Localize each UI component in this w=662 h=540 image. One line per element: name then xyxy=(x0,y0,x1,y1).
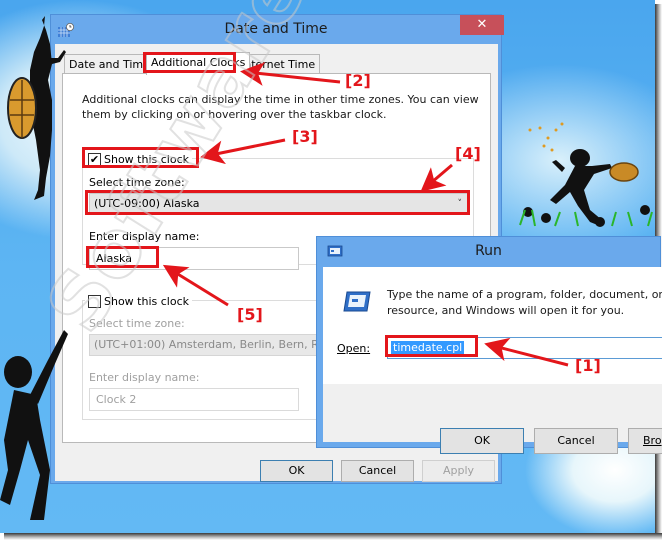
tab-label: Internet Time xyxy=(241,58,316,71)
tab-label: Date and Time xyxy=(69,58,150,71)
open-input-value: timedate.cpl xyxy=(391,341,465,355)
clock1-timezone-value: (UTC-09:00) Alaska xyxy=(94,197,200,210)
apply-button[interactable]: Apply xyxy=(422,460,495,482)
annotation-label-5: [5] xyxy=(237,305,263,324)
annotation-label-2: [2] xyxy=(345,71,371,90)
run-cancel-button[interactable]: Cancel xyxy=(534,428,618,454)
clock2-timezone-value: (UTC+01:00) Amsterdam, Berlin, Bern, Rom xyxy=(94,338,321,351)
open-label: Open: xyxy=(337,342,370,355)
clock2-display-name-label: Enter display name: xyxy=(89,371,200,384)
run-window: Run Type the name of a program, folder, … xyxy=(316,236,662,454)
run-ok-button[interactable]: OK xyxy=(440,428,524,454)
close-icon: ✕ xyxy=(476,17,488,32)
clock2-timezone-label: Select time zone: xyxy=(89,317,185,330)
run-program-icon xyxy=(343,291,371,312)
chevron-down-icon: ˅ xyxy=(457,199,463,209)
open-input[interactable]: timedate.cpl xyxy=(387,337,662,359)
clock1-display-name-label: Enter display name: xyxy=(89,230,200,243)
clock1-timezone-select[interactable]: (UTC-09:00) Alaska ˅ xyxy=(89,193,469,215)
run-browse-button[interactable]: Bro xyxy=(628,428,662,454)
clock2-display-name-input[interactable]: Clock 2 xyxy=(89,388,299,411)
clock2-show-checkbox[interactable]: Show this clock xyxy=(85,293,192,309)
intro-text: Additional clocks can display the time i… xyxy=(82,93,479,121)
close-button[interactable]: ✕ xyxy=(460,15,504,35)
cancel-button[interactable]: Cancel xyxy=(341,460,414,482)
clock2-timezone-select[interactable]: (UTC+01:00) Amsterdam, Berlin, Bern, Rom xyxy=(89,334,321,356)
ok-button[interactable]: OK xyxy=(260,460,333,482)
clock1-show-checkbox[interactable]: ✔ Show this clock xyxy=(85,151,192,167)
checkbox-unchecked-icon[interactable] xyxy=(88,294,101,308)
annotation-label-1: [1] xyxy=(575,356,601,375)
tab-additional-clocks[interactable]: Additional Clocks xyxy=(146,52,251,75)
annotation-label-3: [3] xyxy=(292,127,318,146)
clock2-display-name-value: Clock 2 xyxy=(96,393,137,406)
screenshot-shadow-bottom xyxy=(4,533,662,540)
clock1-display-name-input[interactable]: Alaska xyxy=(89,247,299,270)
run-window-title: Run xyxy=(475,243,502,259)
clock2-show-label: Show this clock xyxy=(104,294,189,308)
window-title: Date and Time xyxy=(224,21,328,37)
clock1-show-label: Show this clock xyxy=(104,152,189,166)
clock1-timezone-label: Select time zone: xyxy=(89,176,185,189)
clock1-display-name-value: Alaska xyxy=(96,252,132,265)
run-client-area: Type the name of a program, folder, docu… xyxy=(323,267,662,454)
run-footer: OK Cancel Bro xyxy=(323,384,662,454)
browse-label: Bro xyxy=(643,434,662,447)
tab-date-and-time[interactable]: Date and Time xyxy=(64,54,155,74)
tab-label: Additional Clocks xyxy=(151,56,246,69)
open-label-text: Open: xyxy=(337,342,371,355)
annotation-label-4: [4] xyxy=(455,144,481,163)
run-description: Type the name of a program, folder, docu… xyxy=(387,288,662,317)
checkbox-checked-icon[interactable]: ✔ xyxy=(88,152,101,166)
